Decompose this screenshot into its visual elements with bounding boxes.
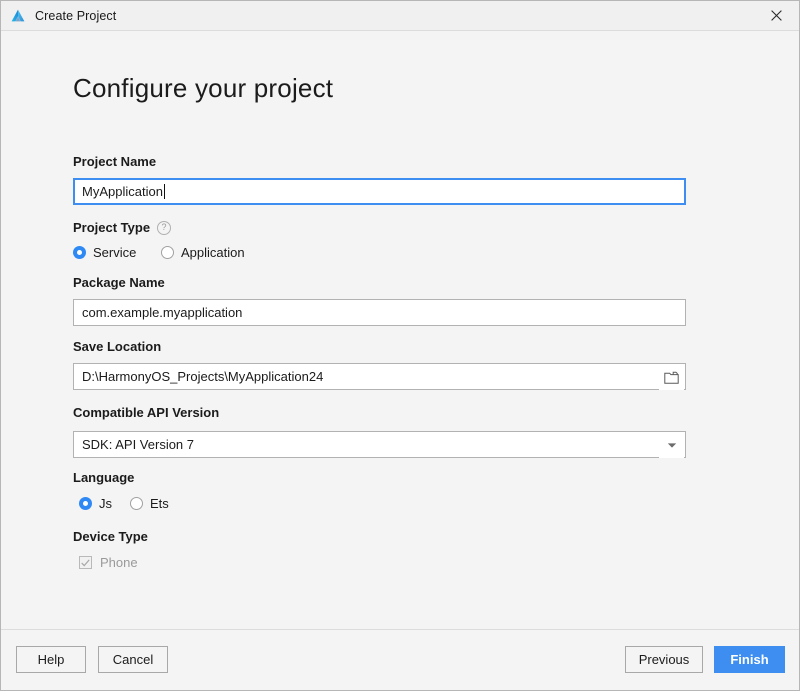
cancel-button[interactable]: Cancel bbox=[98, 646, 168, 673]
dialog-content: Configure your project Project Name MyAp… bbox=[1, 31, 799, 629]
check-icon bbox=[81, 559, 90, 566]
project-type-label: Project Type ? bbox=[73, 220, 245, 235]
project-name-group: Project Name MyApplication bbox=[73, 154, 686, 205]
radio-label: Ets bbox=[150, 496, 169, 511]
previous-button[interactable]: Previous bbox=[625, 646, 703, 673]
close-icon bbox=[770, 9, 782, 21]
radio-indicator bbox=[130, 497, 143, 510]
checkbox-device-phone: Phone bbox=[79, 555, 138, 570]
deveco-studio-logo-icon bbox=[11, 9, 25, 21]
radio-indicator bbox=[73, 246, 86, 259]
language-group: Language Js Ets bbox=[73, 470, 169, 511]
radio-label: Application bbox=[181, 245, 245, 260]
radio-language-ets[interactable]: Ets bbox=[130, 496, 169, 511]
folder-icon bbox=[664, 371, 679, 384]
project-name-input[interactable]: MyApplication bbox=[73, 178, 686, 205]
language-radio-group: Js Ets bbox=[73, 496, 169, 511]
api-version-select[interactable]: SDK: API Version 7 bbox=[73, 431, 686, 458]
package-name-label: Package Name bbox=[73, 275, 165, 290]
browse-folder-button[interactable] bbox=[659, 365, 684, 390]
api-version-dropdown-button[interactable] bbox=[659, 433, 684, 458]
package-name-value: com.example.myapplication bbox=[82, 305, 243, 320]
create-project-dialog: Create Project Configure your project Pr… bbox=[0, 0, 800, 691]
device-type-group: Device Type Phone bbox=[73, 529, 148, 570]
api-version-value: SDK: API Version 7 bbox=[82, 437, 195, 452]
radio-language-js[interactable]: Js bbox=[79, 496, 112, 511]
language-label: Language bbox=[73, 470, 135, 485]
close-button[interactable] bbox=[753, 1, 799, 29]
radio-indicator bbox=[79, 497, 92, 510]
finish-button[interactable]: Finish bbox=[714, 646, 785, 673]
device-type-checkbox-group: Phone bbox=[73, 555, 148, 570]
device-type-label: Device Type bbox=[73, 529, 148, 544]
api-version-label: Compatible API Version bbox=[73, 405, 220, 420]
save-location-group: Save Location D:\HarmonyOS_Projects\MyAp… bbox=[73, 339, 686, 390]
radio-project-type-service[interactable]: Service bbox=[73, 245, 161, 260]
checkbox-indicator bbox=[79, 556, 92, 569]
project-type-group: Project Type ? Service Application bbox=[73, 220, 245, 260]
radio-indicator bbox=[161, 246, 174, 259]
dialog-footer: Help Cancel Previous Finish bbox=[1, 629, 799, 690]
radio-project-type-application[interactable]: Application bbox=[161, 245, 245, 260]
radio-label: Js bbox=[99, 496, 112, 511]
page-title: Configure your project bbox=[73, 73, 334, 103]
help-button[interactable]: Help bbox=[16, 646, 86, 673]
title-bar: Create Project bbox=[1, 1, 799, 31]
project-name-value: MyApplication bbox=[82, 184, 163, 199]
project-type-label-text: Project Type bbox=[73, 220, 151, 235]
text-caret bbox=[163, 184, 165, 199]
package-name-input[interactable]: com.example.myapplication bbox=[73, 299, 686, 326]
radio-label: Service bbox=[93, 245, 137, 260]
checkbox-label: Phone bbox=[100, 555, 138, 570]
project-name-label: Project Name bbox=[73, 154, 157, 169]
save-location-input[interactable]: D:\HarmonyOS_Projects\MyApplication24 bbox=[73, 363, 686, 390]
help-circle-icon[interactable]: ? bbox=[157, 220, 172, 235]
save-location-value: D:\HarmonyOS_Projects\MyApplication24 bbox=[82, 369, 324, 384]
package-name-group: Package Name com.example.myapplication bbox=[73, 275, 686, 326]
project-type-radio-group: Service Application bbox=[73, 245, 245, 260]
save-location-label: Save Location bbox=[73, 339, 162, 354]
window-title: Create Project bbox=[35, 8, 117, 23]
api-version-group: Compatible API Version SDK: API Version … bbox=[73, 405, 686, 458]
chevron-down-icon bbox=[667, 443, 676, 448]
